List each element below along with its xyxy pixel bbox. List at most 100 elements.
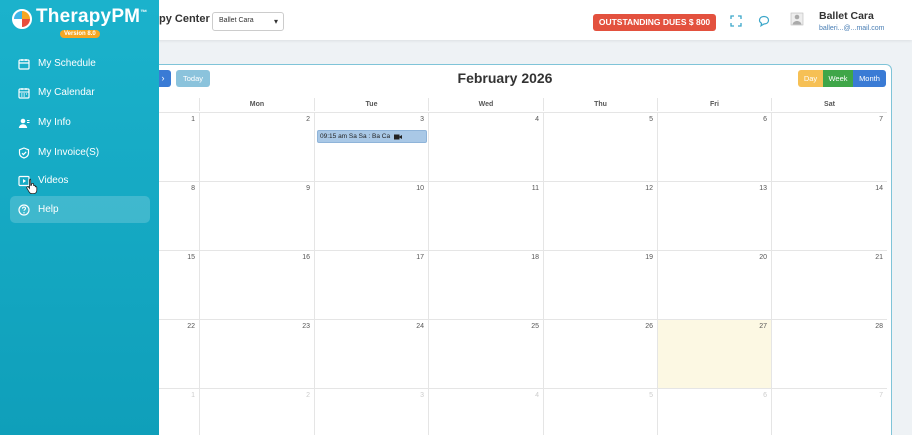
calendar-day-cell[interactable]: 2 — [199, 388, 314, 435]
calendar-day-cell[interactable]: 12 — [543, 181, 657, 250]
weekday-header: Thu — [543, 98, 657, 111]
day-number: 28 — [875, 323, 883, 330]
calendar-day-cell[interactable]: 14 — [771, 181, 887, 250]
day-number: 11 — [531, 185, 539, 192]
fullscreen-icon[interactable] — [730, 15, 742, 27]
today-button[interactable]: Today — [176, 70, 210, 87]
calendar-day-cell[interactable]: 19 — [543, 250, 657, 319]
center-name: py Center — [159, 13, 210, 25]
calendar-day-cell[interactable]: 25 — [428, 319, 543, 388]
week-view-button[interactable]: Week — [823, 70, 853, 87]
day-number: 1 — [191, 116, 195, 123]
calendar-day-cell[interactable]: 20 — [657, 250, 771, 319]
day-number: 13 — [759, 185, 767, 192]
sidebar-item-my-info[interactable]: My Info — [10, 109, 150, 136]
day-number: 23 — [302, 323, 310, 330]
calendar-day-cell[interactable]: 5 — [543, 388, 657, 435]
calendar-day-cell[interactable]: 7 — [771, 388, 887, 435]
calendar-day-cell[interactable]: 13 — [657, 181, 771, 250]
logo: TherapyPM™ — [12, 6, 147, 29]
day-number: 21 — [875, 254, 883, 261]
weekday-header: Fri — [657, 98, 771, 111]
sidebar-item-label: Videos — [38, 175, 69, 186]
day-number: 24 — [416, 323, 424, 330]
video-camera-icon — [394, 134, 403, 139]
calendar-day-cell[interactable]: 4 — [428, 112, 543, 181]
day-number: 6 — [763, 392, 767, 399]
brand-tm: ™ — [140, 9, 148, 17]
calendar-day-cell[interactable]: 23 — [199, 319, 314, 388]
day-number: 22 — [187, 323, 195, 330]
center-select[interactable]: Ballet Cara ▾ — [212, 12, 284, 31]
day-number: 10 — [416, 185, 424, 192]
sidebar-item-label: My Calendar — [38, 87, 95, 98]
calendar-day-cell[interactable]: 11 — [428, 181, 543, 250]
calendar-day-cell[interactable]: 5 — [543, 112, 657, 181]
avatar[interactable] — [790, 12, 804, 26]
calendar-day-cell[interactable]: 4 — [428, 388, 543, 435]
calendar-icon — [18, 87, 30, 99]
view-switcher: Day Week Month — [798, 70, 886, 87]
user-name[interactable]: Ballet Cara — [819, 10, 874, 22]
calendar-day-cell[interactable]: 6 — [657, 388, 771, 435]
brand-name: TherapyPM — [36, 6, 141, 27]
sidebar-item-my-invoices[interactable]: My Invoice(S) — [10, 139, 150, 166]
calendar-day-cell[interactable]: 3 — [314, 112, 428, 181]
outstanding-dues-badge[interactable]: OUTSTANDING DUES $ 800 — [593, 14, 716, 31]
calendar-day-cell[interactable]: 7 — [771, 112, 887, 181]
day-number: 15 — [187, 254, 195, 261]
calendar-day-cell[interactable]: 6 — [657, 112, 771, 181]
weekday-header: Mon — [199, 98, 314, 111]
user-info-icon — [18, 118, 30, 128]
weekday-header: Sat — [771, 98, 887, 111]
schedule-icon — [18, 58, 30, 70]
version-badge: Version 8.0 — [60, 30, 100, 38]
day-number: 17 — [416, 254, 424, 261]
calendar-day-cell[interactable]: 17 — [314, 250, 428, 319]
day-number: 7 — [879, 116, 883, 123]
sidebar-item-label: Help — [38, 204, 59, 215]
calendar-day-cell[interactable]: 2 — [199, 112, 314, 181]
day-number: 12 — [645, 185, 653, 192]
calendar-day-cell[interactable]: 10 — [314, 181, 428, 250]
day-number: 6 — [763, 116, 767, 123]
calendar-day-cell[interactable]: 24 — [314, 319, 428, 388]
sidebar-item-help[interactable]: Help — [10, 196, 150, 223]
day-number: 20 — [759, 254, 767, 261]
day-number: 4 — [535, 116, 539, 123]
day-number: 3 — [420, 116, 424, 123]
calendar-day-cell[interactable]: 21 — [771, 250, 887, 319]
day-number: 1 — [191, 392, 195, 399]
day-number: 14 — [875, 185, 883, 192]
calendar-day-cell[interactable]: 18 — [428, 250, 543, 319]
calendar-day-cell[interactable]: 3 — [314, 388, 428, 435]
day-number: 19 — [645, 254, 653, 261]
calendar-day-cell[interactable]: 26 — [543, 319, 657, 388]
hand-cursor-icon — [26, 178, 38, 194]
user-email: balleri...@...mail.com — [819, 25, 885, 32]
center-select-value: Ballet Cara — [219, 17, 254, 24]
calendar-day-cell[interactable]: 16 — [199, 250, 314, 319]
calendar-day-cell[interactable]: 9 — [199, 181, 314, 250]
day-number: 2 — [306, 116, 310, 123]
month-view-button[interactable]: Month — [853, 70, 886, 87]
sidebar-item-my-calendar[interactable]: My Calendar — [10, 79, 150, 106]
chat-icon[interactable] — [758, 15, 770, 27]
calendar-day-cell[interactable]: 28 — [771, 319, 887, 388]
day-number: 25 — [531, 323, 539, 330]
calendar-day-cell[interactable]: 27 — [657, 319, 771, 388]
sidebar: TherapyPM™ Version 8.0 My Schedule My Ca… — [0, 0, 159, 435]
day-number: 2 — [306, 392, 310, 399]
day-number: 9 — [306, 185, 310, 192]
calendar-event[interactable]: 09:15 am Sa Sa : Ba Ca — [317, 130, 427, 143]
sidebar-item-label: My Schedule — [38, 58, 96, 69]
day-view-button[interactable]: Day — [798, 70, 823, 87]
day-number: 5 — [649, 392, 653, 399]
logo-mark-icon — [12, 9, 32, 29]
day-number: 16 — [302, 254, 310, 261]
day-number: 4 — [535, 392, 539, 399]
weekday-header: Wed — [428, 98, 543, 111]
sidebar-item-my-schedule[interactable]: My Schedule — [10, 50, 150, 77]
day-number: 3 — [420, 392, 424, 399]
day-number: 27 — [759, 323, 767, 330]
